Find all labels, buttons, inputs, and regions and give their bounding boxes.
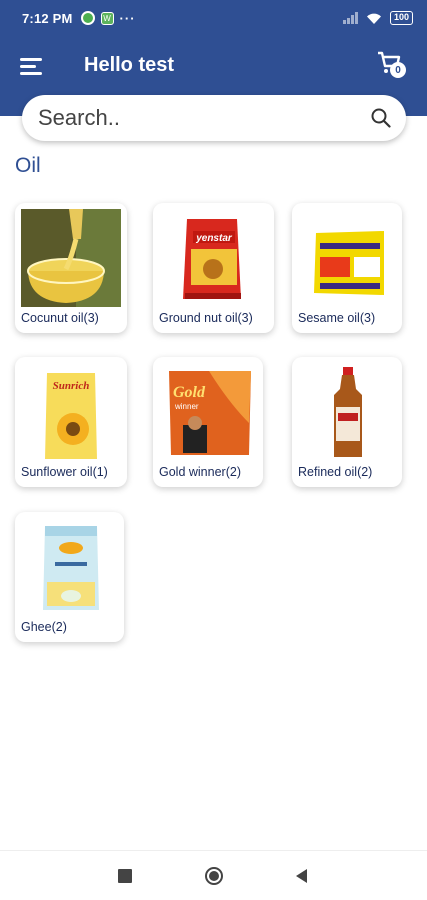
refined-oil-bottle-image [298, 363, 398, 461]
back-button[interactable] [294, 868, 308, 889]
system-nav-bar [0, 850, 427, 900]
menu-icon[interactable] [20, 58, 42, 76]
sunflower-oil-pack-image: Sunrich [21, 363, 121, 461]
gold-winner-pack-image: Gold winner [159, 363, 259, 461]
product-card-sunflower-oil[interactable]: Sunrich Sunflower oil(1) [15, 357, 127, 487]
svg-text:winner: winner [174, 402, 199, 411]
more-notifications-icon: ··· [119, 10, 136, 26]
svg-text:Sunrich: Sunrich [53, 380, 90, 392]
product-label: Sunflower oil(1) [21, 465, 108, 479]
page-title: Hello test [84, 54, 175, 76]
coconut-oil-image [21, 209, 121, 307]
category-title: Oil [15, 154, 41, 177]
square-icon [118, 869, 132, 883]
product-card-refined-oil[interactable]: Refined oil(2) [292, 357, 402, 487]
search-bar [22, 95, 406, 141]
product-card-groundnut-oil[interactable]: yenstar Ground nut oil(3) [153, 203, 274, 333]
ghee-pack-image [21, 518, 121, 616]
circle-icon [205, 867, 223, 885]
status-bar: 7:12 PM W ··· 100 [0, 0, 427, 36]
cart-button[interactable]: 0 [376, 50, 408, 82]
svg-text:yenstar: yenstar [195, 233, 233, 244]
status-time: 7:12 PM [22, 10, 73, 26]
back-triangle-icon [296, 869, 307, 883]
search-input[interactable] [38, 105, 370, 131]
product-label: Ground nut oil(3) [159, 311, 253, 325]
chat-app-icon [80, 11, 95, 25]
product-label: Refined oil(2) [298, 465, 373, 479]
product-label: Cocunut oil(3) [21, 311, 99, 325]
product-card-ghee[interactable]: Ghee(2) [15, 512, 124, 642]
battery-icon: 100 [389, 11, 413, 25]
product-label: Gold winner(2) [159, 465, 241, 479]
product-card-sesame-oil[interactable]: Sesame oil(3) [292, 203, 402, 333]
signal-icon [342, 12, 358, 24]
product-label: Sesame oil(3) [298, 311, 376, 325]
groundnut-oil-pack-image: yenstar [163, 209, 263, 307]
search-icon[interactable] [370, 107, 392, 129]
sesame-oil-pack-image [298, 209, 398, 307]
product-card-coconut-oil[interactable]: Cocunut oil(3) [15, 203, 127, 333]
product-label: Ghee(2) [21, 620, 67, 634]
recent-apps-button[interactable] [118, 869, 132, 888]
app-notification-icon: W [100, 11, 114, 25]
wifi-icon [366, 13, 381, 24]
svg-text:Gold: Gold [173, 384, 206, 401]
product-card-gold-winner[interactable]: Gold winner Gold winner(2) [153, 357, 263, 487]
cart-count-badge: 0 [390, 62, 406, 78]
home-button[interactable] [204, 866, 224, 891]
